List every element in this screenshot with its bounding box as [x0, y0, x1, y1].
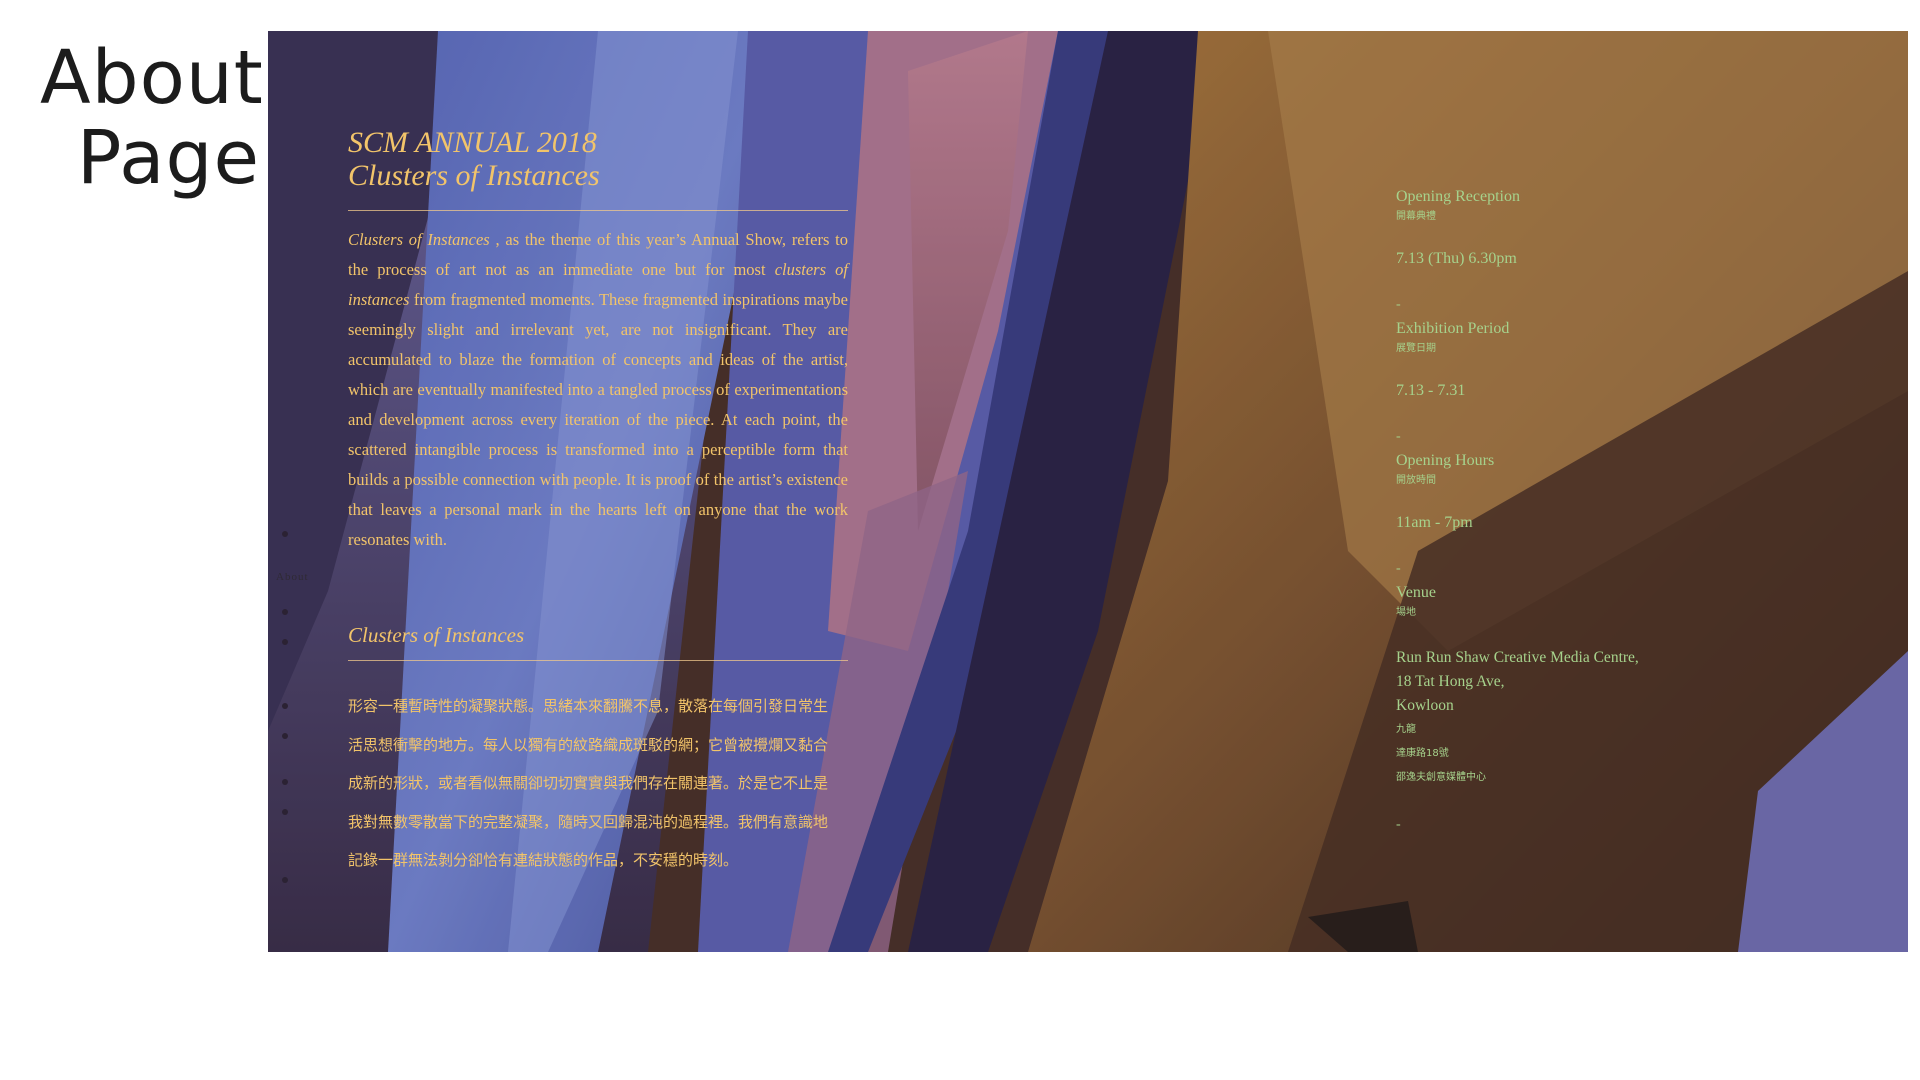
- side-nav-dot[interactable]: [282, 733, 288, 739]
- hero-section: About SCM ANNUAL 2018 Clusters of Instan…: [268, 31, 1908, 952]
- side-nav-dot[interactable]: [282, 703, 288, 709]
- page-label-line1: About: [40, 35, 264, 121]
- opening-hours-label: Opening Hours: [1396, 452, 1495, 469]
- info-separator: -: [1396, 561, 1401, 576]
- opening-reception-label: Opening Reception: [1396, 188, 1520, 205]
- info-separator: -: [1396, 817, 1401, 832]
- title-divider: [348, 210, 848, 211]
- exhibition-period-value: 7.13 - 7.31: [1396, 382, 1466, 399]
- info-separator: -: [1396, 297, 1401, 312]
- chinese-paragraph: 形容一種暫時性的凝聚狀態。思緒本來翻騰不息，散落在每個引發日常生 活思想衝擊的地…: [348, 687, 848, 880]
- venue-address-line: Kowloon: [1396, 697, 1454, 714]
- annual-title-line2: Clusters of Instances: [348, 159, 600, 192]
- page-label: About Page: [40, 35, 264, 201]
- opening-hours-value: 11am - 7pm: [1396, 514, 1473, 531]
- venue-address-zh-line: 邵逸夫創意媒體中心: [1396, 772, 1486, 783]
- venue-address-line: Run Run Shaw Creative Media Centre,: [1396, 649, 1639, 666]
- exhibition-info-column: Opening Reception 開幕典禮 7.13 (Thu) 6.30pm…: [1396, 186, 1716, 838]
- opening-hours-zh: 開放時間: [1396, 475, 1436, 486]
- side-nav-dot[interactable]: [282, 639, 288, 645]
- chinese-line: 記錄一群無法剝分卻恰有連結狀態的作品，不安穩的時刻。: [348, 851, 739, 869]
- side-nav-about-label[interactable]: About: [276, 571, 309, 583]
- venue-address-line: 18 Tat Hong Ave,: [1396, 673, 1505, 690]
- side-nav-dot[interactable]: [282, 531, 288, 537]
- intro-lead-emphasis: Clusters of Instances: [348, 230, 490, 249]
- intro-paragraph: Clusters of Instances , as the theme of …: [348, 225, 848, 555]
- side-nav-dot[interactable]: [282, 609, 288, 615]
- side-nav-dot[interactable]: [282, 779, 288, 785]
- section-subtitle: Clusters of Instances: [348, 623, 525, 647]
- chinese-line: 形容一種暫時性的凝聚狀態。思緒本來翻騰不息，散落在每個引發日常生: [348, 697, 829, 715]
- exhibition-period-label: Exhibition Period: [1396, 320, 1510, 337]
- venue-zh: 場地: [1396, 607, 1416, 618]
- side-nav: About: [272, 31, 332, 952]
- venue-address-zh-line: 達康路18號: [1396, 748, 1449, 759]
- annual-title-line1: SCM ANNUAL 2018: [348, 126, 597, 159]
- venue-label: Venue: [1396, 584, 1436, 601]
- chinese-line: 活思想衝擊的地方。每人以獨有的紋路織成斑駁的網；它曾被攪爛又黏合: [348, 735, 829, 754]
- side-nav-dot[interactable]: [282, 809, 288, 815]
- chinese-line: 我對無數零散當下的完整凝聚，隨時又回歸混沌的過程裡。我們有意識地: [348, 812, 829, 831]
- info-separator: -: [1396, 429, 1401, 444]
- venue-address-zh-line: 九龍: [1396, 724, 1416, 735]
- subtitle-divider: [348, 660, 848, 661]
- annual-title: SCM ANNUAL 2018 Clusters of Instances: [348, 126, 848, 192]
- opening-reception-value: 7.13 (Thu) 6.30pm: [1396, 250, 1517, 267]
- chinese-line: 成新的形狀，或者看似無關卻切切實實與我們存在關連著。於是它不止是: [348, 774, 829, 792]
- opening-reception-zh: 開幕典禮: [1396, 211, 1436, 222]
- about-text-column: SCM ANNUAL 2018 Clusters of Instances Cl…: [348, 126, 848, 880]
- page-label-line2: Page: [76, 115, 260, 201]
- side-nav-dot[interactable]: [282, 877, 288, 883]
- venue-address: Run Run Shaw Creative Media Centre, 18 T…: [1396, 646, 1716, 790]
- intro-part2: from fragmented moments. These fragmente…: [348, 290, 848, 549]
- exhibition-period-zh: 展覽日期: [1396, 343, 1436, 354]
